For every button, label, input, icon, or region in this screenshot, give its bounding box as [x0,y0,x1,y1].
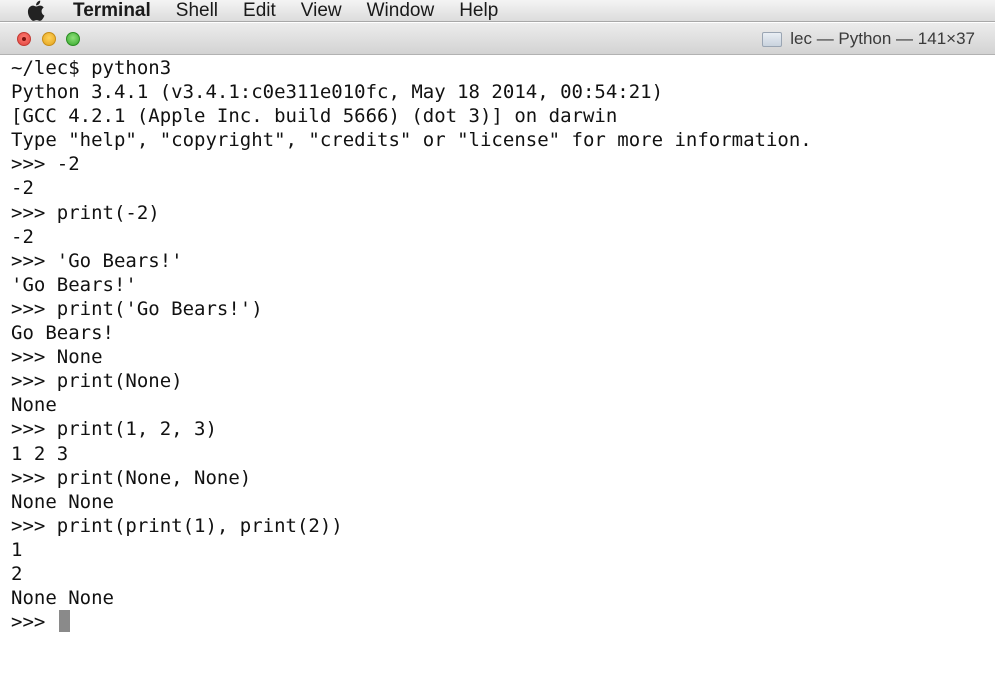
terminal-line: >>> print(None, None) [11,466,252,489]
menu-window[interactable]: Window [367,0,435,22]
window-title-text: lec — Python — 141×37 [790,29,975,48]
zoom-button[interactable] [66,32,80,46]
terminal-line: Go Bears! [11,322,114,345]
terminal-line: >>> print(-2) [11,201,160,224]
terminal-line: >>> 'Go Bears!' [11,249,183,272]
menu-shell[interactable]: Shell [176,0,218,22]
terminal-line: None [11,394,57,417]
terminal-line: >>> None [11,346,103,369]
terminal-line: 1 2 3 [11,442,69,465]
terminal-line: None None [11,587,114,610]
terminal-prompt: >>> [11,611,57,634]
terminal-line: >>> print(print(1), print(2)) [11,514,343,537]
terminal-line: 1 [11,538,23,561]
terminal-prompt-line[interactable]: >>> [11,610,995,634]
terminal-line: [GCC 4.2.1 (Apple Inc. build 5666) (dot … [11,105,618,128]
window-titlebar[interactable]: lec — Python — 141×37 [0,23,995,55]
terminal-line: >>> print('Go Bears!') [11,297,263,320]
menu-terminal[interactable]: Terminal [73,0,151,22]
terminal-line: 2 [11,562,23,585]
minimize-button[interactable] [42,32,56,46]
terminal-line: Type "help", "copyright", "credits" or "… [11,129,812,152]
terminal-line: Python 3.4.1 (v3.4.1:c0e311e010fc, May 1… [11,81,664,104]
terminal-line: -2 [11,177,34,200]
terminal-line: -2 [11,225,34,248]
menu-bar: Terminal Shell Edit View Window Help [0,0,995,22]
terminal-line: 'Go Bears!' [11,273,137,296]
terminal-line: >>> print(None) [11,370,183,393]
menu-edit[interactable]: Edit [243,0,276,22]
apple-icon[interactable] [25,0,47,22]
terminal-line: None None [11,490,114,513]
terminal-line: >>> -2 [11,153,80,176]
folder-icon [762,31,783,47]
terminal-view[interactable]: ~/lec$ python3 Python 3.4.1 (v3.4.1:c0e3… [0,56,995,677]
text-cursor [58,610,70,633]
menu-view[interactable]: View [301,0,342,22]
terminal-line: ~/lec$ python3 [11,57,172,79]
menu-help[interactable]: Help [459,0,498,22]
close-button[interactable] [17,32,31,46]
window-title: lec — Python — 141×37 [762,23,975,55]
terminal-line: >>> print(1, 2, 3) [11,418,217,441]
